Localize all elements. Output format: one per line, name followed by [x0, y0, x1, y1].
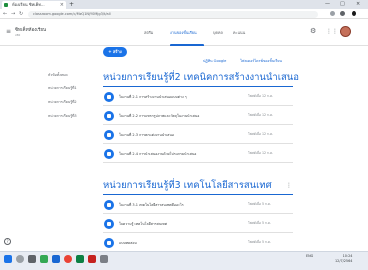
assignment-icon: [104, 130, 114, 140]
topic-title: หน่วยการเรียนรู้ที่3 เทคโนโลยีสารสนเทศ: [103, 180, 272, 191]
topic-title: หน่วยการเรียนรู้ที่2 เทคนิคการสร้างงานนำ…: [103, 72, 300, 83]
powerpoint-icon[interactable]: [88, 255, 96, 263]
chrome-icon[interactable]: [64, 255, 72, 263]
classwork-item[interactable]: แบบทดสอบ โพสต์เมื่อ 5 ก.ค.: [103, 234, 293, 252]
quiz-icon: [104, 238, 114, 248]
extension-icon[interactable]: [330, 11, 335, 16]
tab-title: ห้องเรียน ซิทเค็ท...: [12, 2, 45, 7]
main-menu-icon[interactable]: ≡: [6, 29, 11, 35]
tab-classwork[interactable]: งานของชั้นเรียน: [170, 30, 197, 36]
classwork-item-title: ใบงานที่ 2.1 การสร้างงานนำเสนอแบบต่าง ๆ: [119, 95, 187, 99]
forward-icon[interactable]: →: [11, 10, 15, 18]
assignment-icon: [104, 111, 114, 121]
classwork-item-date: โพสต์เมื่อ 12 ก.ค.: [248, 151, 274, 155]
classwork-item-title: แบบทดสอบ: [119, 241, 137, 245]
assignment-icon: [104, 92, 114, 102]
classwork-item[interactable]: ใบงานที่ 2.2 การแทรกรูปภาพและวัตถุในงานน…: [103, 107, 293, 125]
classwork-item-title: ใบงานที่ 3.1 เทคโนโลยีสารสนเทศคืออะไร: [119, 203, 184, 207]
search-icon[interactable]: [16, 255, 24, 263]
classwork-item-date: โพสต์เมื่อ 5 ก.ค.: [248, 221, 272, 225]
classwork-item[interactable]: ใบงานที่ 2.1 การสร้างงานนำเสนอแบบต่าง ๆ …: [103, 88, 293, 106]
topic-divider: [103, 86, 293, 87]
system-language[interactable]: ENG: [306, 254, 313, 259]
start-menu-icon[interactable]: [4, 255, 12, 263]
assignment-icon: [104, 149, 114, 159]
settings-app-icon[interactable]: [100, 255, 108, 263]
topic-more-icon[interactable]: ⋮: [286, 182, 292, 189]
file-explorer-icon[interactable]: [52, 255, 60, 263]
classwork-item-title: ใบงานที่ 2.4 การนำเสนองานด้วยโปรแกรมนำเส…: [119, 152, 197, 156]
material-icon: [104, 219, 114, 229]
sidebar-item-all-topics[interactable]: หัวข้อทั้งหมด: [48, 72, 68, 78]
back-icon[interactable]: ←: [3, 10, 7, 18]
classwork-item-title: ใบงานที่ 2.2 การแทรกรูปภาพและวัตถุในงานน…: [119, 114, 200, 118]
classroom-favicon-icon: [4, 3, 8, 7]
edge-icon[interactable]: [40, 255, 48, 263]
classwork-item[interactable]: ใบงานที่ 3.1 เทคโนโลยีสารสนเทศคืออะไร โพ…: [103, 196, 293, 214]
tab-grades[interactable]: คะแนน: [233, 30, 245, 36]
classwork-item[interactable]: ใบความรู้ เทคโนโลยีสารสนเทศ โพสต์เมื่อ 5…: [103, 215, 293, 233]
classwork-item-date: โพสต์เมื่อ 12 ก.ค.: [248, 94, 274, 98]
classwork-item-date: โพสต์เมื่อ 5 ก.ค.: [248, 202, 272, 206]
browser-menu-icon[interactable]: [352, 11, 356, 16]
user-avatar[interactable]: [340, 26, 351, 37]
profile-icon[interactable]: [340, 11, 345, 16]
reload-icon[interactable]: ↻: [19, 10, 23, 18]
class-drive-folder-link[interactable]: โฟลเดอร์ไดรฟ์ของชั้นเรียน: [240, 58, 282, 64]
classwork-item-date: โพสต์เมื่อ 12 ก.ค.: [248, 113, 274, 117]
sidebar-item-unit-1[interactable]: หน่วยการเรียนรู้ที่1: [48, 85, 77, 91]
new-tab-button[interactable]: +: [69, 1, 74, 8]
classwork-item-title: ใบงานที่ 2.3 การตกแต่งงานนำเสนอ: [119, 133, 174, 137]
settings-gear-icon[interactable]: ⚙: [310, 27, 316, 35]
google-apps-icon[interactable]: ⋮⋮: [326, 28, 338, 35]
class-section: ง30: [15, 33, 21, 37]
window-close-button[interactable]: ×: [356, 1, 360, 8]
classwork-item-title: ใบความรู้ เทคโนโลยีสารสนเทศ: [119, 222, 167, 226]
tab-close-icon[interactable]: ×: [60, 1, 64, 9]
browser-tab[interactable]: ห้องเรียน ซิทเค็ท... ×: [2, 1, 66, 9]
classwork-item-date: โพสต์เมื่อ 12 ก.ค.: [248, 132, 274, 136]
sidebar-item-unit-2[interactable]: หน่วยการเรียนรู้ที่2: [48, 99, 77, 105]
maximize-button[interactable]: □: [340, 1, 345, 8]
tab-people[interactable]: บุคคล: [213, 30, 223, 36]
active-tab-indicator: [170, 44, 204, 46]
help-icon[interactable]: ?: [4, 238, 11, 245]
task-view-icon[interactable]: [28, 255, 36, 263]
topic-divider: [103, 194, 293, 195]
url-input[interactable]: classroom.google.com/c/MzQ1NjY0Mjg3/t/al…: [28, 11, 318, 18]
assignment-icon: [104, 200, 114, 210]
minimize-button[interactable]: —: [325, 1, 330, 8]
classwork-item[interactable]: ใบงานที่ 2.3 การตกแต่งงานนำเสนอ โพสต์เมื…: [103, 126, 293, 144]
taskbar-date: 12/7/2564: [335, 258, 353, 263]
tab-stream[interactable]: สตรีม: [144, 30, 153, 36]
topic-more-icon[interactable]: ⋮: [286, 74, 292, 81]
taskbar-clock[interactable]: 10:24 12/7/2564: [335, 254, 352, 263]
classwork-item-date: โพสต์เมื่อ 5 ก.ค.: [248, 240, 272, 244]
sidebar-item-unit-3[interactable]: หน่วยการเรียนรู้ที่3: [48, 113, 77, 119]
google-calendar-link[interactable]: ปฏิทิน Google: [203, 58, 226, 64]
excel-icon[interactable]: [76, 255, 84, 263]
create-button[interactable]: + สร้าง: [103, 47, 127, 57]
classwork-item[interactable]: ใบงานที่ 2.4 การนำเสนองานด้วยโปรแกรมนำเส…: [103, 145, 293, 163]
